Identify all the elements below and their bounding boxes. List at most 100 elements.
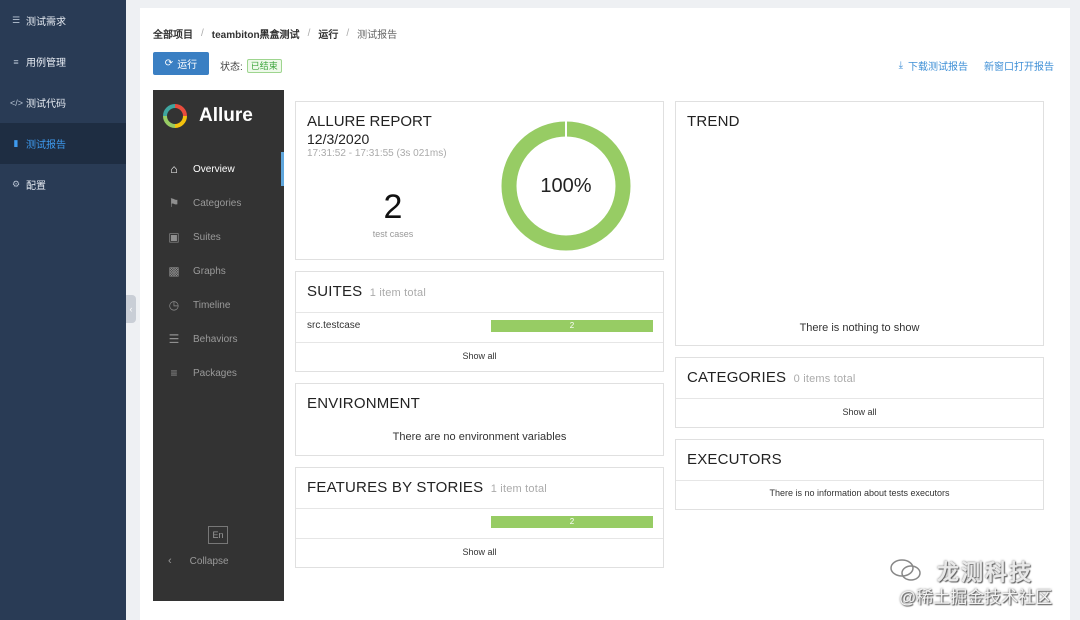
trend-widget: TREND There is nothing to show — [675, 101, 1044, 346]
language-switch[interactable]: En — [208, 526, 228, 544]
environment-title: ENVIRONMENT — [307, 395, 421, 412]
list-icon: ☰ — [168, 332, 180, 346]
chevron-left-icon: ‹ — [129, 304, 133, 314]
wechat-icon — [890, 559, 921, 581]
feature-row-bar: 2 — [491, 516, 653, 528]
gear-icon: ⚙ — [11, 179, 21, 189]
features-title: FEATURES BY STORIES 1 item total — [307, 479, 547, 496]
sidebar-item-code[interactable]: </> 测试代码 — [0, 82, 126, 123]
allure-nav-label: Suites — [193, 231, 221, 243]
divider — [676, 398, 1043, 399]
allure-logo-icon — [163, 104, 187, 128]
allure-nav-suites[interactable]: ▣ Suites — [153, 220, 284, 254]
allure-brand[interactable]: Allure — [153, 90, 284, 142]
breadcrumb-item[interactable]: teambiton黑盒测试 — [212, 26, 300, 41]
suite-row-bar: 2 — [491, 320, 653, 332]
categories-title-text: CATEGORIES — [687, 369, 787, 386]
breadcrumb: 全部项目 / teambiton黑盒测试 / 运行 / 测试报告 — [153, 26, 397, 41]
collapse-button[interactable]: ‹ Collapse — [168, 555, 229, 567]
download-icon: ⤓ — [898, 60, 903, 71]
watermark-line2: @稀土掘金技术社区 — [899, 588, 1053, 607]
sidebar-item-settings[interactable]: ⚙ 配置 — [0, 164, 126, 205]
sidebar-item-label: 测试代码 — [26, 99, 66, 110]
features-meta: 1 item total — [490, 483, 547, 495]
executors-empty-text: There is no information about tests exec… — [769, 488, 950, 498]
divider — [296, 538, 663, 539]
suites-title-text: SUITES — [307, 283, 363, 300]
sidebar-item-cases[interactable]: ≡ 用例管理 — [0, 41, 126, 82]
app-sidebar: ☰ 测试需求 ≡ 用例管理 </> 测试代码 ▮ 测试报告 ⚙ 配置 — [0, 0, 126, 620]
status-badge: 已结束 — [246, 58, 282, 73]
sitemap-icon: ☰ — [11, 15, 21, 25]
environment-widget: ENVIRONMENT There are no environment var… — [295, 383, 664, 456]
categories-widget: CATEGORIES 0 items total Show all — [675, 357, 1044, 428]
allure-nav-overview[interactable]: ⌂ Overview — [153, 152, 284, 186]
allure-nav-label: Packages — [193, 367, 237, 379]
breadcrumb-item[interactable]: 全部项目 — [153, 26, 193, 41]
categories-show-all[interactable]: Show all — [676, 407, 1043, 417]
trend-title: TREND — [687, 113, 740, 130]
divider — [296, 508, 663, 509]
allure-nav-label: Categories — [193, 197, 242, 209]
categories-meta: 0 items total — [793, 373, 856, 385]
allure-nav-label: Graphs — [193, 265, 226, 277]
summary-widget: ALLURE REPORT 12/3/2020 17:31:52 - 17:31… — [295, 101, 664, 260]
sidebar-item-label: 配置 — [26, 181, 46, 192]
test-case-count: 2 — [383, 188, 403, 226]
categories-title: CATEGORIES 0 items total — [687, 369, 856, 386]
report-date: 12/3/2020 — [307, 131, 370, 147]
report-links: ⤓ 下载测试报告 新窗口打开报告 — [899, 58, 1054, 73]
flag-icon: ⚑ — [168, 196, 180, 210]
home-icon: ⌂ — [170, 162, 178, 176]
sidebar-item-label: 测试报告 — [26, 140, 66, 151]
watermark: 龙测科技 @稀土掘金技术社区 — [885, 555, 1075, 607]
sidebar-collapse-handle[interactable]: ‹ — [126, 295, 136, 323]
allure-nav-categories[interactable]: ⚑ Categories — [153, 186, 284, 220]
sidebar-item-requirements[interactable]: ☰ 测试需求 — [0, 0, 126, 41]
allure-nav-behaviors[interactable]: ☰ Behaviors — [153, 322, 284, 356]
suites-title: SUITES 1 item total — [307, 283, 426, 300]
divider — [296, 312, 663, 313]
trend-empty-text: There is nothing to show — [799, 322, 920, 334]
download-report-link[interactable]: 下载测试报告 — [908, 58, 968, 73]
allure-sidebar: Allure ⌂ Overview ⚑ Categories ▣ Suites … — [153, 90, 284, 601]
divider — [296, 342, 663, 343]
features-show-all[interactable]: Show all — [296, 547, 663, 557]
suites-widget: SUITES 1 item total src.testcase 2 Show … — [295, 271, 664, 372]
align-left-icon: ≡ — [170, 366, 178, 380]
chevron-left-icon: ‹ — [168, 555, 172, 567]
pass-rate-label: 100% — [540, 175, 592, 197]
breadcrumb-separator: / — [346, 28, 350, 39]
allure-nav-graphs[interactable]: ▩ Graphs — [153, 254, 284, 288]
allure-nav-label: Timeline — [193, 299, 231, 311]
divider — [676, 480, 1043, 481]
run-button-label: 运行 — [177, 60, 198, 71]
bar-chart-icon: ▩ — [168, 264, 180, 278]
report-title: ALLURE REPORT — [307, 113, 432, 130]
environment-empty-text: There are no environment variables — [392, 431, 567, 443]
refresh-icon: ⟳ — [164, 58, 174, 69]
allure-nav-label: Overview — [193, 163, 235, 175]
status: 状态: 已结束 — [220, 58, 282, 73]
open-in-new-window-link[interactable]: 新窗口打开报告 — [984, 58, 1054, 73]
allure-nav-packages[interactable]: ≡ Packages — [153, 356, 284, 390]
report-time-range: 17:31:52 - 17:31:55 (3s 021ms) — [307, 148, 447, 159]
run-button[interactable]: ⟳ 运行 — [153, 52, 209, 75]
allure-brand-name: Allure — [199, 105, 253, 126]
collapse-label: Collapse — [189, 555, 229, 567]
suites-show-all[interactable]: Show all — [296, 351, 663, 361]
allure-nav-label: Behaviors — [193, 333, 238, 345]
breadcrumb-item[interactable]: 运行 — [318, 26, 338, 41]
suites-meta: 1 item total — [369, 287, 426, 299]
status-label: 状态: — [220, 62, 243, 73]
clock-icon: ◷ — [168, 298, 180, 312]
breadcrumb-separator: / — [201, 28, 204, 39]
sidebar-item-label: 用例管理 — [26, 58, 66, 69]
features-title-text: FEATURES BY STORIES — [307, 479, 484, 496]
suite-row-name[interactable]: src.testcase — [307, 320, 360, 331]
allure-nav-timeline[interactable]: ◷ Timeline — [153, 288, 284, 322]
breadcrumb-separator: / — [307, 28, 311, 39]
breadcrumb-item: 测试报告 — [357, 30, 398, 41]
sidebar-item-reports[interactable]: ▮ 测试报告 — [0, 123, 126, 164]
file-icon: ▮ — [13, 138, 19, 148]
